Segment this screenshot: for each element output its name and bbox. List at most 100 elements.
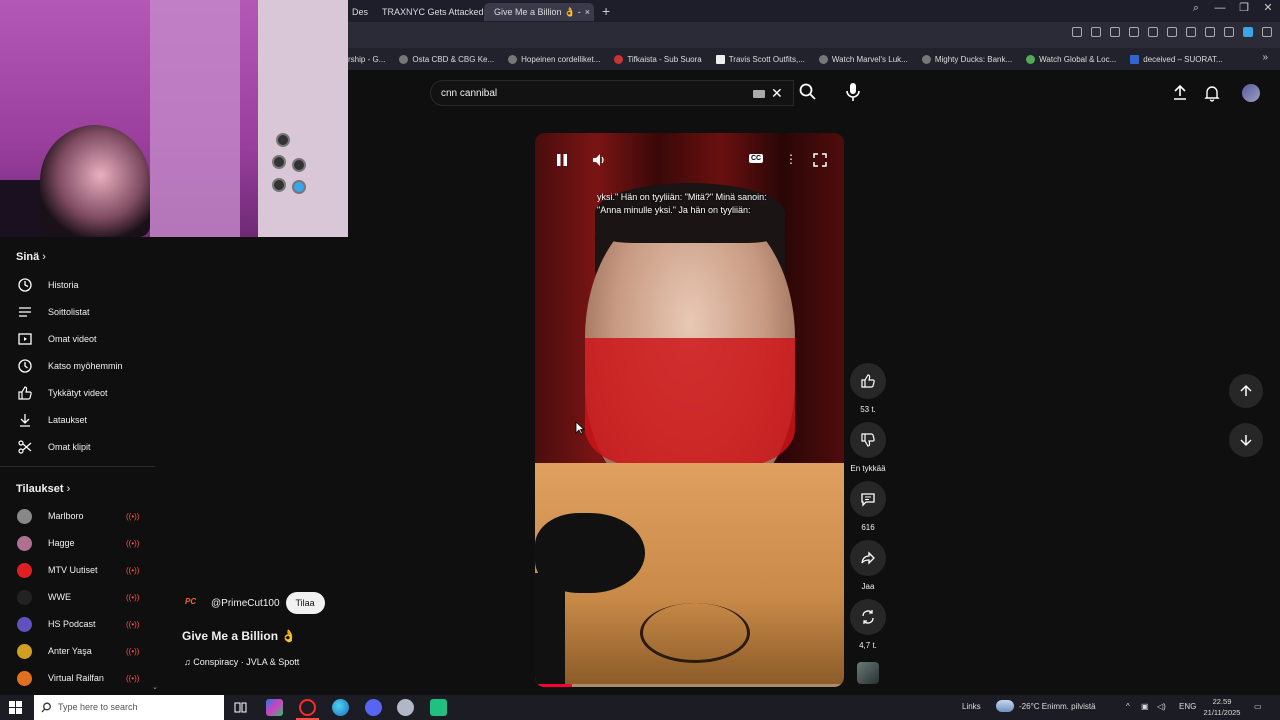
microphone-icon[interactable] xyxy=(842,80,864,104)
captions-button[interactable]: CC xyxy=(749,154,764,163)
search-icon[interactable] xyxy=(798,82,818,102)
vpn-icon[interactable] xyxy=(1243,27,1253,37)
tray-chevron-icon[interactable]: ^ xyxy=(1126,702,1130,711)
arrow-up-icon xyxy=(1240,384,1252,396)
app-icon[interactable] xyxy=(430,699,447,716)
bookmark-item[interactable]: Tifkaista - Sub Suora xyxy=(614,54,702,64)
notifications-icon[interactable] xyxy=(1203,84,1221,102)
sidebar-item-clips[interactable]: Omat klipit xyxy=(0,434,155,460)
next-short-button[interactable] xyxy=(1229,423,1263,457)
sidebar-item-watch-later[interactable]: Katso myöhemmin xyxy=(0,353,155,379)
copilot-app-icon[interactable] xyxy=(266,699,283,716)
browser-tab-bar: Des TRAXNYC Gets Attacked b Give Me a Bi… xyxy=(348,0,1280,22)
bookmark-item[interactable]: rship - G... xyxy=(348,55,385,64)
sidebar-item-playlists[interactable]: Soittolistat xyxy=(0,299,155,325)
bookmark-item[interactable]: Watch Marvel's Luk... xyxy=(818,54,908,64)
clear-search-icon[interactable]: ✕ xyxy=(771,85,783,102)
share-button[interactable] xyxy=(850,540,886,576)
search-tabs-icon[interactable]: ⌕ xyxy=(1184,0,1208,16)
sidebar-section-subscriptions[interactable]: Tilaukset › xyxy=(16,483,70,495)
extension-icon[interactable] xyxy=(1129,27,1139,37)
download-icon[interactable] xyxy=(1186,27,1196,37)
sidebar-item-your-videos[interactable]: Omat videot xyxy=(0,326,155,352)
opera-app-icon[interactable] xyxy=(299,699,316,716)
comment-count: 616 xyxy=(861,523,875,532)
upload-icon[interactable] xyxy=(1171,84,1189,102)
sidebar-item-liked-videos[interactable]: Tykkätyt videot xyxy=(0,380,155,406)
weather-text[interactable]: -26°C Enimm. pilvistä xyxy=(1019,702,1096,711)
like-button[interactable] xyxy=(850,363,886,399)
taskbar-search-input[interactable]: Type here to search xyxy=(34,695,224,720)
sidebar-item-subscription[interactable]: Hagge ((•)) xyxy=(0,530,155,556)
short-title[interactable]: Give Me a Billion 👌 xyxy=(182,629,296,643)
task-view-icon[interactable] xyxy=(234,701,247,714)
links-toolbar[interactable]: Links xyxy=(962,702,981,711)
clips-icon xyxy=(18,440,32,454)
new-tab-button[interactable]: + xyxy=(602,3,610,19)
play-icon[interactable] xyxy=(1148,27,1158,37)
bookmarks-more-button[interactable]: » xyxy=(1262,52,1268,63)
bookmark-item[interactable]: Mighty Ducks: Bank... xyxy=(921,54,1012,64)
shield-icon[interactable] xyxy=(1110,27,1120,37)
search-input[interactable]: cnn cannibal ✕ xyxy=(430,80,794,106)
heart-icon[interactable] xyxy=(1167,27,1177,37)
app-icon[interactable] xyxy=(397,699,414,716)
notifications-tray-icon[interactable]: ▭ xyxy=(1254,702,1262,711)
sidebar-item-subscription[interactable]: MTV Uutiset ((•)) xyxy=(0,557,155,583)
settings-icon[interactable] xyxy=(1262,27,1272,37)
subscribe-button[interactable]: Tilaa xyxy=(285,592,325,614)
restore-icon[interactable]: ❐ xyxy=(1232,0,1256,16)
short-music[interactable]: ♫ Conspiracy · JVLA & Spott xyxy=(184,657,299,667)
video-progress-bar[interactable] xyxy=(535,684,844,687)
edit-icon[interactable] xyxy=(1072,27,1082,37)
bookmark-item[interactable]: Hopeinen cordelliket... xyxy=(508,54,600,64)
sidebar-item-history[interactable]: Historia xyxy=(0,272,155,298)
video-caption: yksi." Hän on tyyliiän: "Mitä?" Minä san… xyxy=(597,192,767,215)
menu-icon[interactable] xyxy=(1205,27,1215,37)
minimize-icon[interactable]: — xyxy=(1208,0,1232,16)
volume-icon[interactable] xyxy=(591,152,607,168)
discord-app-icon[interactable] xyxy=(365,699,382,716)
clock[interactable]: 22.59 21/11/2025 xyxy=(1200,696,1244,718)
more-options-icon[interactable]: ⋮ xyxy=(785,152,797,166)
previous-short-button[interactable] xyxy=(1229,374,1263,408)
shorts-video-player[interactable]: yksi." Hän on tyyliiän: "Mitä?" Minä san… xyxy=(535,133,844,687)
weather-icon[interactable] xyxy=(996,700,1014,712)
tray-device-icon[interactable]: ▣ xyxy=(1141,702,1149,711)
sidebar-item-subscription[interactable]: Marlboro ((•)) xyxy=(0,503,155,529)
sidebar-item-downloads[interactable]: Lataukset xyxy=(0,407,155,433)
volume-tray-icon[interactable]: ◁) xyxy=(1157,702,1166,711)
live-indicator-icon: ((•)) xyxy=(126,673,140,683)
fullscreen-icon[interactable] xyxy=(813,153,827,167)
bookmark-item[interactable]: deceived – SUORAT... xyxy=(1130,54,1223,64)
sidebar-item-subscription[interactable]: WWE ((•)) xyxy=(0,584,155,610)
language-indicator[interactable]: ENG xyxy=(1179,702,1196,711)
channel-logo[interactable]: PC xyxy=(185,597,205,609)
close-icon[interactable]: ✕ xyxy=(1256,0,1280,16)
lock-icon[interactable] xyxy=(1224,27,1234,37)
sound-thumbnail[interactable] xyxy=(857,662,879,684)
sidebar-scroll-down-icon[interactable]: ⌄ xyxy=(152,683,158,691)
sidebar-item-subscription[interactable]: Virtual Railfan ((•)) xyxy=(0,665,155,691)
browser-tab[interactable]: TRAXNYC Gets Attacked b xyxy=(372,3,484,21)
channel-name[interactable]: @PrimeCut100 xyxy=(211,598,280,609)
dislike-button[interactable] xyxy=(850,422,886,458)
channel-avatar xyxy=(17,643,32,659)
sidebar-item-subscription[interactable]: HS Podcast ((•)) xyxy=(0,611,155,637)
edge-app-icon[interactable] xyxy=(332,699,349,716)
remix-button[interactable] xyxy=(850,599,886,635)
screenshot-icon[interactable] xyxy=(1091,27,1101,37)
sidebar-item-subscription[interactable]: Anter Yaşa ((•)) xyxy=(0,638,155,664)
windows-start-icon[interactable] xyxy=(9,701,22,714)
browser-tab-active[interactable]: Give Me a Billion 👌 - × xyxy=(484,3,595,21)
bookmarks-bar: rship - G... Osta CBD & CBG Ke... Hopein… xyxy=(348,48,1280,70)
sidebar-section-you[interactable]: Sinä › xyxy=(16,251,46,263)
avatar[interactable] xyxy=(1242,84,1260,102)
bookmark-item[interactable]: Osta CBD & CBG Ke... xyxy=(399,54,494,64)
bookmark-item[interactable]: Watch Global & Loc... xyxy=(1026,54,1116,64)
pause-icon[interactable] xyxy=(555,153,569,167)
keyboard-icon[interactable] xyxy=(753,90,765,98)
comments-button[interactable] xyxy=(850,481,886,517)
browser-tab[interactable]: Des xyxy=(348,3,372,21)
bookmark-item[interactable]: Travis Scott Outfits,... xyxy=(715,54,805,64)
